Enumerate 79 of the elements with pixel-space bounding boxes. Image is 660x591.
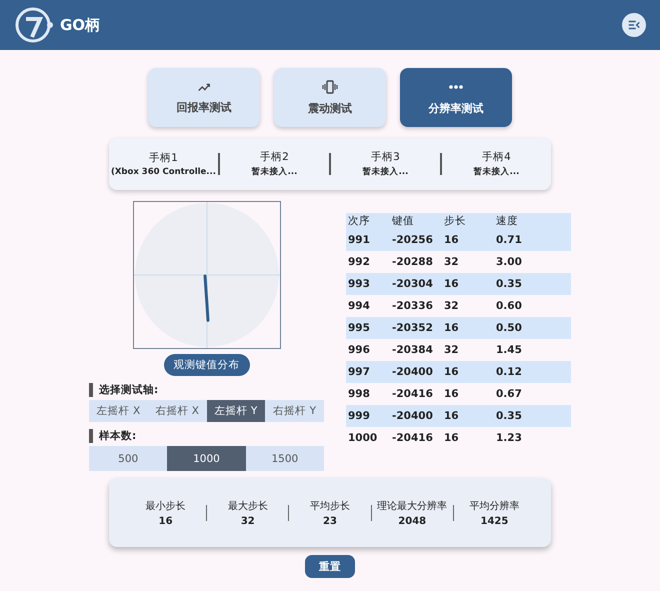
- column-header: 步长: [444, 214, 467, 228]
- stat-value: 23: [323, 516, 337, 526]
- stat-label: 平均步长: [310, 500, 350, 512]
- table-cell-text: 995: [348, 322, 371, 334]
- axis-option[interactable]: 右摇杆 X: [148, 400, 206, 422]
- table-cell-text: -20416: [392, 432, 434, 444]
- test-tab[interactable]: 震动测试: [274, 68, 386, 127]
- vibrate-icon: [322, 79, 338, 95]
- table-cell-text: -20256: [392, 234, 434, 246]
- column-header: 键值: [392, 214, 415, 228]
- table-cell-text: 1.23: [496, 432, 523, 444]
- table-cell-text: 32: [444, 344, 460, 356]
- table-cell-text: -20288: [392, 256, 434, 268]
- stat-value: 1425: [480, 516, 508, 526]
- column-header: 次序: [348, 214, 371, 228]
- table-cell-text: 0.50: [496, 322, 523, 334]
- logo-icon: [14, 5, 54, 45]
- menu-icon: [627, 18, 641, 32]
- table-cell-text: -20336: [392, 300, 434, 312]
- table-cell-text: 16: [444, 366, 460, 378]
- controller-status: 暂未接入...: [362, 166, 408, 178]
- controller-name[interactable]: 手柄3: [371, 150, 400, 164]
- test-tab[interactable]: 分辨率测试: [400, 68, 512, 127]
- table-cell-text: 3.00: [496, 256, 523, 268]
- stat-value: 32: [240, 516, 255, 526]
- table-cell-text: -20384: [392, 344, 434, 356]
- table-cell-text: 32: [444, 256, 460, 268]
- table-cell-text: -20400: [392, 366, 434, 378]
- controller-name[interactable]: 手柄4: [482, 150, 511, 164]
- controller-status: (Xbox 360 Controlle...: [110, 167, 216, 177]
- table-cell-text: 16: [444, 322, 460, 334]
- stat-value: 2048: [398, 516, 426, 526]
- table-cell-text: -20352: [392, 322, 434, 334]
- reset-button[interactable]: 重置: [305, 555, 355, 578]
- sample-option[interactable]: 1500: [246, 446, 324, 471]
- table-cell-text: -20400: [392, 410, 434, 422]
- menu-button[interactable]: [622, 13, 646, 37]
- table-cell-text: 0.35: [496, 278, 523, 290]
- stat-label: 理论最大分辨率: [377, 500, 448, 512]
- table-cell-text: 0.35: [496, 410, 523, 422]
- axis-option[interactable]: 左摇杆 X: [89, 400, 148, 422]
- table-cell-text: 0.12: [496, 366, 523, 378]
- sample-option[interactable]: 500: [89, 446, 168, 471]
- axis-option[interactable]: 左摇杆 Y: [206, 400, 266, 422]
- table-cell-text: 0.67: [496, 388, 523, 400]
- table-cell-text: 1000: [348, 432, 378, 444]
- app-title: GO柄: [60, 16, 100, 34]
- controller-name[interactable]: 手柄1: [149, 151, 178, 165]
- observe-button[interactable]: 观测键值分布: [164, 354, 250, 376]
- table-cell-text: -20416: [392, 388, 434, 400]
- table-cell-text: 0.71: [496, 234, 523, 246]
- table-cell-text: 996: [348, 344, 371, 356]
- stat-label: 最小步长: [146, 500, 186, 512]
- table-cell-text: 16: [444, 432, 460, 444]
- test-tab[interactable]: 回报率测试: [148, 68, 260, 127]
- sample-option[interactable]: 1000: [167, 446, 246, 471]
- stat-value: 16: [158, 516, 173, 526]
- table-cell-text: 994: [348, 300, 371, 312]
- controller-status: 暂未接入...: [252, 166, 298, 178]
- table-cell-text: 16: [444, 388, 460, 400]
- controller-status: 暂未接入...: [474, 166, 520, 178]
- table-cell-text: 999: [348, 410, 371, 422]
- table-cell-text: 997: [348, 366, 371, 378]
- column-header: 速度: [496, 214, 519, 228]
- table-cell-text: 998: [348, 388, 371, 400]
- table-cell-text: 993: [348, 278, 371, 290]
- table-cell-text: 32: [444, 300, 460, 312]
- table-cell-text: 1.45: [496, 344, 523, 356]
- table-cell-text: 992: [348, 256, 371, 268]
- table-cell-text: -20304: [392, 278, 434, 290]
- table-cell-text: 16: [444, 410, 460, 422]
- table-cell-text: 0.60: [496, 300, 523, 312]
- axis-option[interactable]: 右摇杆 Y: [265, 400, 324, 422]
- table-cell-text: 16: [444, 278, 460, 290]
- stat-label: 平均分辨率: [469, 500, 520, 512]
- stat-label: 最大步长: [228, 500, 268, 512]
- table-cell-text: 16: [444, 234, 460, 246]
- table-cell-text: 991: [348, 234, 371, 246]
- controller-name[interactable]: 手柄2: [260, 150, 289, 164]
